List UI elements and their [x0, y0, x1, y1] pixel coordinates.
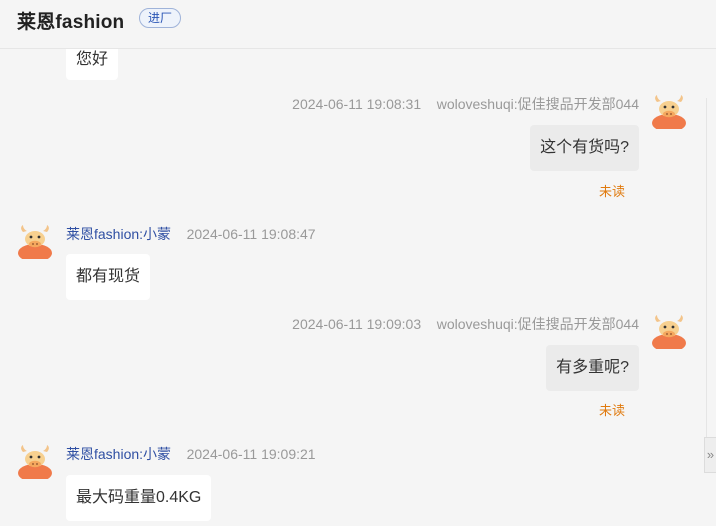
message-sender: 莱恩fashion:小蒙: [66, 226, 172, 242]
chat-area[interactable]: 您好 2024-06-11 19:08:31 woloveshuqi:促佳搜品开…: [0, 0, 716, 526]
panel-divider: [706, 98, 707, 438]
message-bubble-incoming: 最大码重量0.4KG: [66, 475, 212, 521]
cow-avatar-icon[interactable]: [651, 93, 687, 129]
message-time: 2024-06-11 19:08:31: [292, 96, 422, 112]
cow-avatar-icon[interactable]: [17, 223, 53, 259]
unread-status: 未读: [599, 184, 626, 199]
message-meta: 2024-06-11 19:09:03 woloveshuqi:促佳搜品开发部0…: [292, 314, 639, 334]
message-sender: woloveshuqi:促佳搜品开发部044: [436, 316, 639, 332]
message-meta: 莱恩fashion:小蒙 2024-06-11 19:08:47: [66, 224, 316, 244]
message-sender: 莱恩fashion:小蒙: [66, 446, 172, 462]
double-chevron-right-icon[interactable]: »: [704, 437, 716, 473]
shop-tag-badge[interactable]: 进厂: [139, 8, 182, 28]
chat-header: 莱恩fashion 进厂: [0, 0, 716, 49]
message-sender: woloveshuqi:促佳搜品开发部044: [436, 96, 639, 112]
cow-avatar-icon[interactable]: [651, 313, 687, 349]
message-meta: 莱恩fashion:小蒙 2024-06-11 19:09:21: [66, 444, 316, 464]
message-time: 2024-06-11 19:08:47: [186, 226, 316, 242]
message-bubble-outgoing: 有多重呢?: [546, 345, 639, 391]
message-time: 2024-06-11 19:09:03: [292, 316, 422, 332]
cow-avatar-icon[interactable]: [17, 443, 53, 479]
unread-status: 未读: [599, 403, 626, 418]
shop-name: 莱恩fashion: [17, 12, 125, 33]
message-meta: 2024-06-11 19:08:31 woloveshuqi:促佳搜品开发部0…: [292, 94, 639, 114]
message-time: 2024-06-11 19:09:21: [186, 446, 316, 462]
message-bubble-incoming: 都有现货: [66, 254, 151, 300]
message-bubble-outgoing: 这个有货吗?: [530, 125, 639, 171]
